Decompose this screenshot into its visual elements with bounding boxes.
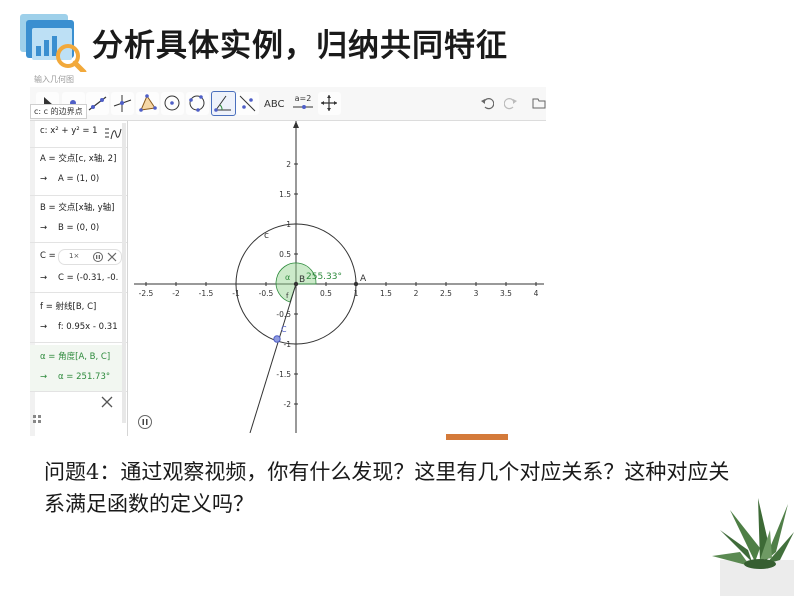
arrow-icon: → bbox=[40, 223, 48, 233]
y-axis-arrow-icon bbox=[293, 121, 299, 128]
y-tick-label: 0.5 bbox=[279, 250, 291, 259]
play-pause-button[interactable] bbox=[138, 415, 152, 429]
conic-tool-button[interactable] bbox=[186, 92, 209, 115]
algebra-result: α = 251.73° bbox=[58, 372, 111, 382]
close-algebra-icon[interactable] bbox=[100, 395, 114, 409]
algebra-definition: f = 射线[B, C] bbox=[40, 302, 97, 312]
y-tick-label: -1 bbox=[284, 340, 292, 349]
video-progress-bar[interactable] bbox=[446, 434, 508, 440]
pause-icon[interactable] bbox=[93, 252, 103, 262]
toolbar: ABC a=2 bbox=[30, 87, 546, 121]
arrow-icon: → bbox=[40, 322, 48, 332]
algebra-definition: c: x² + y² = 1 bbox=[40, 126, 98, 136]
move-arrows-icon bbox=[321, 95, 337, 111]
pause-icon bbox=[142, 419, 148, 425]
y-tick-label: 2 bbox=[286, 160, 291, 169]
input-hint: 输入几何图 bbox=[34, 75, 74, 84]
triangle-icon bbox=[139, 94, 157, 112]
chart-magnifier-icon bbox=[20, 14, 87, 75]
angle-tool-button[interactable] bbox=[211, 91, 236, 116]
text-tool-button[interactable]: ABC bbox=[264, 99, 285, 110]
algebra-result-C: → C = (-0.31, -0. bbox=[30, 273, 127, 287]
line-tool-button[interactable] bbox=[86, 92, 109, 115]
point-A[interactable] bbox=[353, 281, 359, 287]
ray-f[interactable] bbox=[249, 283, 297, 433]
undo-icon[interactable] bbox=[480, 96, 494, 110]
algebra-definition: C = bbox=[40, 251, 56, 261]
reflect-icon bbox=[239, 95, 256, 112]
perpendicular-icon bbox=[113, 95, 132, 112]
x-tick-label: -2 bbox=[172, 289, 180, 298]
algebra-result: C = (-0.31, -0. bbox=[58, 273, 119, 283]
polygon-tool-button[interactable] bbox=[136, 92, 159, 115]
speed-label: 1× bbox=[69, 252, 80, 260]
algebra-row-f[interactable]: f = 射线[B, C] bbox=[30, 300, 127, 314]
alpha-label: α bbox=[285, 273, 290, 282]
slider-icon bbox=[293, 105, 313, 109]
y-tick-label: -1.5 bbox=[276, 370, 291, 379]
graphics-view[interactable]: -2.5 -2 -1.5 -1 -0.5 0.5 1 1.5 2 2.5 3 3.5 4 21.510.… bbox=[134, 121, 544, 433]
succulent-plant-image bbox=[712, 498, 794, 596]
algebra-result-A: → A = (1, 0) bbox=[30, 174, 127, 188]
animation-speed-control[interactable]: 1× bbox=[58, 249, 122, 265]
slider-tool-button[interactable]: a=2 bbox=[292, 94, 314, 112]
perpendicular-tool-button[interactable] bbox=[111, 92, 134, 115]
algebra-definition: B = 交点[x轴, y轴] bbox=[40, 203, 115, 213]
algebra-style-icon[interactable] bbox=[104, 127, 122, 141]
angle-icon bbox=[214, 95, 231, 112]
circle-label: c bbox=[264, 231, 269, 241]
point-B[interactable] bbox=[293, 281, 299, 287]
algebra-row-alpha[interactable]: α = 角度[A, B, C] bbox=[30, 350, 127, 364]
move-view-tool-button[interactable] bbox=[318, 92, 341, 115]
algebra-view: c: x² + y² = 1 A = 交点[c, x轴, 2] → A = (1… bbox=[30, 121, 128, 436]
reflect-tool-button[interactable] bbox=[236, 92, 259, 115]
question-text: 问题4：通过观察视频，你有什么发现？这里有几个对应关系？这种对应关系满足函数的定… bbox=[44, 460, 730, 516]
algebra-definition: A = 交点[c, x轴, 2] bbox=[40, 154, 117, 164]
folder-icon[interactable] bbox=[532, 96, 546, 110]
slider-tool-label: a=2 bbox=[294, 94, 312, 103]
line-icon bbox=[88, 96, 107, 111]
keyboard-icon[interactable] bbox=[32, 413, 44, 427]
y-tick-label: -0.5 bbox=[276, 310, 291, 319]
arrow-icon: → bbox=[40, 273, 48, 283]
algebra-definition: α = 角度[A, B, C] bbox=[40, 352, 111, 362]
circle-tool-button[interactable] bbox=[161, 92, 184, 115]
y-tick-label: 1.5 bbox=[279, 190, 291, 199]
angle-value-label: 255.33° bbox=[306, 272, 342, 282]
x-tick-label: -1.5 bbox=[199, 289, 214, 298]
geogebra-window: 输入几何图 ABC a=2 c: c 的边界点 c: x² + y² = 1 A… bbox=[30, 72, 546, 440]
x-tick-label: -0.5 bbox=[259, 289, 274, 298]
x-tick-label: 3 bbox=[474, 289, 479, 298]
circle-icon bbox=[164, 95, 180, 111]
algebra-result-f: → f: 0.95x - 0.31 bbox=[30, 322, 127, 336]
close-icon[interactable] bbox=[107, 252, 117, 262]
algebra-row-B[interactable]: B = 交点[x轴, y轴] bbox=[30, 201, 127, 215]
point-C-label: C bbox=[281, 325, 287, 334]
x-tick-label: 1.5 bbox=[380, 289, 392, 298]
point-A-label: A bbox=[360, 274, 367, 284]
arrow-icon: → bbox=[40, 174, 48, 184]
x-tick-label: 4 bbox=[534, 289, 539, 298]
circle-three-points-icon bbox=[189, 95, 205, 112]
redo-icon[interactable] bbox=[504, 96, 518, 110]
algebra-scrollbar[interactable] bbox=[122, 123, 126, 423]
x-tick-label: 2.5 bbox=[440, 289, 452, 298]
arrow-icon: → bbox=[40, 372, 48, 382]
slide-title: 分析具体实例，归纳共同特征 bbox=[92, 28, 508, 64]
x-tick-label: 3.5 bbox=[500, 289, 512, 298]
y-tick-label: -2 bbox=[284, 400, 292, 409]
algebra-row-A[interactable]: A = 交点[c, x轴, 2] bbox=[30, 152, 127, 166]
algebra-result: B = (0, 0) bbox=[58, 223, 100, 233]
point-C[interactable] bbox=[273, 335, 281, 343]
x-tick-label: 0.5 bbox=[320, 289, 332, 298]
tool-tooltip: c: c 的边界点 bbox=[30, 104, 87, 119]
algebra-result: A = (1, 0) bbox=[58, 174, 100, 184]
algebra-result-alpha: → α = 251.73° bbox=[30, 372, 127, 386]
x-tick-label: 2 bbox=[414, 289, 419, 298]
x-tick-label: -2.5 bbox=[139, 289, 154, 298]
algebra-result: f: 0.95x - 0.31 bbox=[58, 322, 118, 332]
algebra-result-B: → B = (0, 0) bbox=[30, 223, 127, 237]
point-B-label: B bbox=[299, 275, 305, 285]
